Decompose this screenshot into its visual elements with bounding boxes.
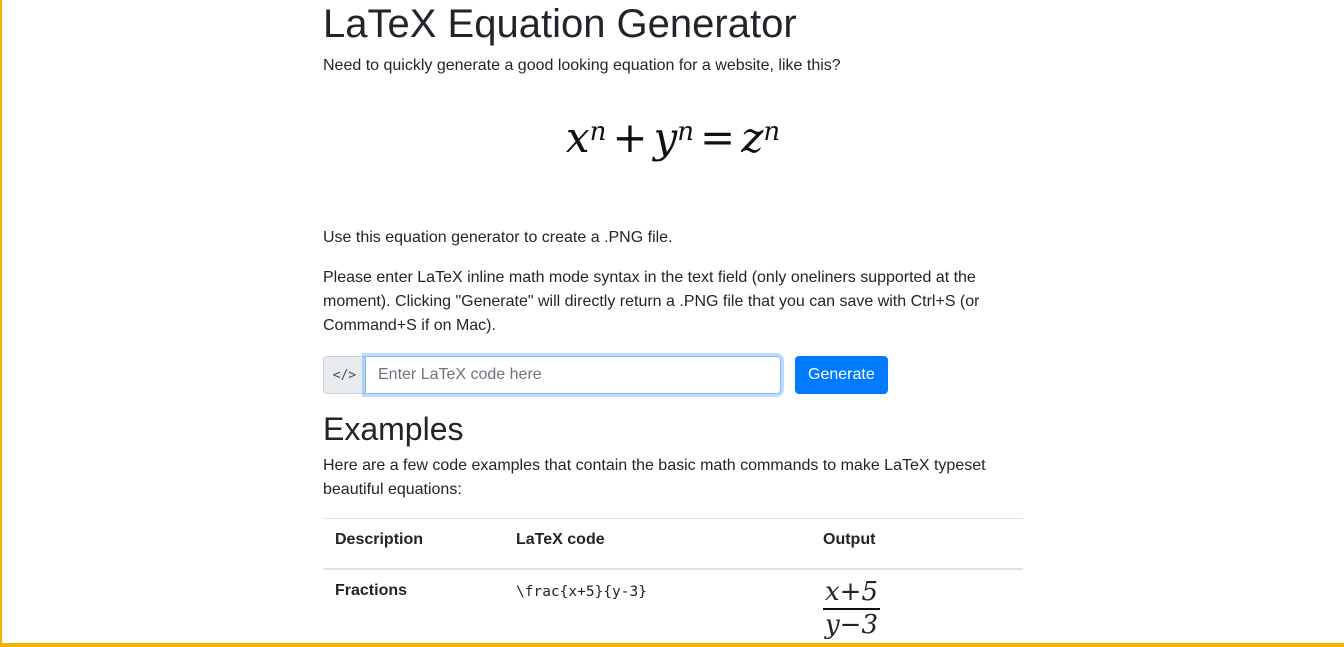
column-header-output: Output xyxy=(811,518,1023,570)
code-icon: </> xyxy=(323,356,365,394)
main-content: LaTeX Equation Generator Need to quickly… xyxy=(323,0,1023,647)
fraction-output: x+5 y−3 xyxy=(823,578,880,639)
table-row: Fractions \frac{x+5}{y-3} x+5 y−3 xyxy=(323,568,1023,647)
hero-equation: xn + yn = zn xyxy=(323,108,1023,168)
latex-code-input[interactable] xyxy=(365,356,781,394)
hero-exp-z: n xyxy=(763,117,781,147)
examples-description: Here are a few code examples that contai… xyxy=(323,457,986,498)
generate-button[interactable]: Generate xyxy=(795,356,888,394)
instructions-text: Please enter LaTeX inline math mode synt… xyxy=(323,269,980,334)
example-output: x+5 y−3 xyxy=(811,568,1023,647)
examples-heading: Examples xyxy=(323,411,464,447)
example-latex-code: \frac{x+5}{y-3} xyxy=(504,568,811,647)
generator-form: </> Generate xyxy=(323,356,1023,394)
latex-input-group: </> xyxy=(323,356,781,394)
usage-text: Use this equation generator to create a … xyxy=(323,229,673,246)
column-header-latex-code: LaTeX code xyxy=(504,518,811,570)
hero-exp-x: n xyxy=(589,117,607,147)
fraction-numerator: x+5 xyxy=(823,578,880,610)
table-header-row: Description LaTeX code Output xyxy=(323,518,1023,570)
hero-plus: + xyxy=(612,113,648,162)
page-title: LaTeX Equation Generator xyxy=(323,2,797,46)
hero-exp-y: n xyxy=(677,117,695,147)
intro-text: Need to quickly generate a good looking … xyxy=(323,57,841,74)
fraction-denominator: y−3 xyxy=(824,609,878,640)
hero-var-y: y xyxy=(653,113,678,162)
column-header-description: Description xyxy=(323,518,504,570)
example-description: Fractions xyxy=(323,568,504,647)
hero-equals: = xyxy=(700,113,736,162)
examples-table: Description LaTeX code Output Fractions … xyxy=(323,518,1023,647)
hero-var-x: x xyxy=(565,113,590,162)
window-left-border xyxy=(0,0,2,647)
hero-var-z: z xyxy=(741,113,764,162)
